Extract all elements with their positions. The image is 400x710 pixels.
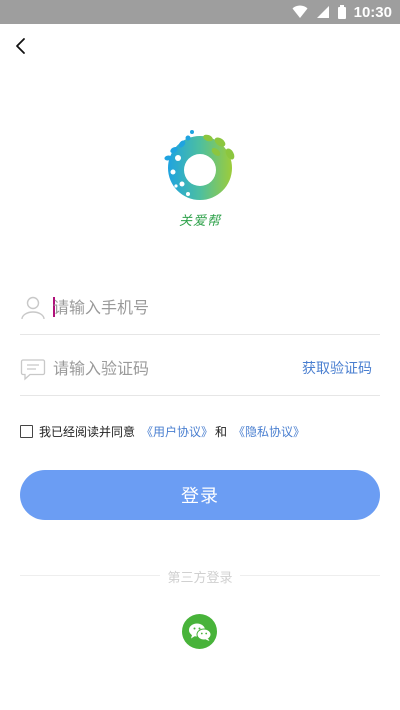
back-button[interactable] (8, 33, 34, 59)
cellular-icon (316, 6, 329, 18)
status-icons: 10:30 (292, 0, 392, 24)
phone-row (20, 279, 380, 335)
chevron-left-icon (16, 38, 25, 54)
user-agreement-link[interactable]: 《用户协议》 (141, 423, 213, 440)
message-icon (20, 359, 46, 381)
user-icon (21, 296, 45, 320)
agreement-checkbox[interactable] (20, 424, 33, 438)
agreement-and-text: 和 (215, 424, 228, 439)
wechat-login-button[interactable] (182, 614, 217, 649)
third-party-label: 第三方登录 (160, 567, 240, 586)
logo-text: 关爱帮 (178, 214, 221, 229)
login-button[interactable]: 登录 (20, 470, 380, 520)
code-row: 获取验证码 (20, 340, 380, 396)
battery-icon (337, 5, 346, 19)
get-code-button[interactable]: 获取验证码 (302, 358, 372, 378)
privacy-agreement-link[interactable]: 《隐私协议》 (233, 423, 305, 440)
code-input[interactable] (53, 354, 293, 382)
wifi-icon (292, 5, 308, 18)
phone-input[interactable] (53, 293, 293, 321)
status-time: 10:30 (353, 3, 392, 21)
wechat-icon (188, 623, 211, 641)
agreement-row: 我已经阅读并同意 《用户协议》 和 《隐私协议》 (20, 421, 305, 441)
app-logo: 关爱帮 (158, 128, 242, 229)
logo-ring-icon (164, 130, 235, 200)
agreement-text: 我已经阅读并同意 (39, 424, 136, 439)
status-bar: 10:30 (0, 0, 400, 24)
